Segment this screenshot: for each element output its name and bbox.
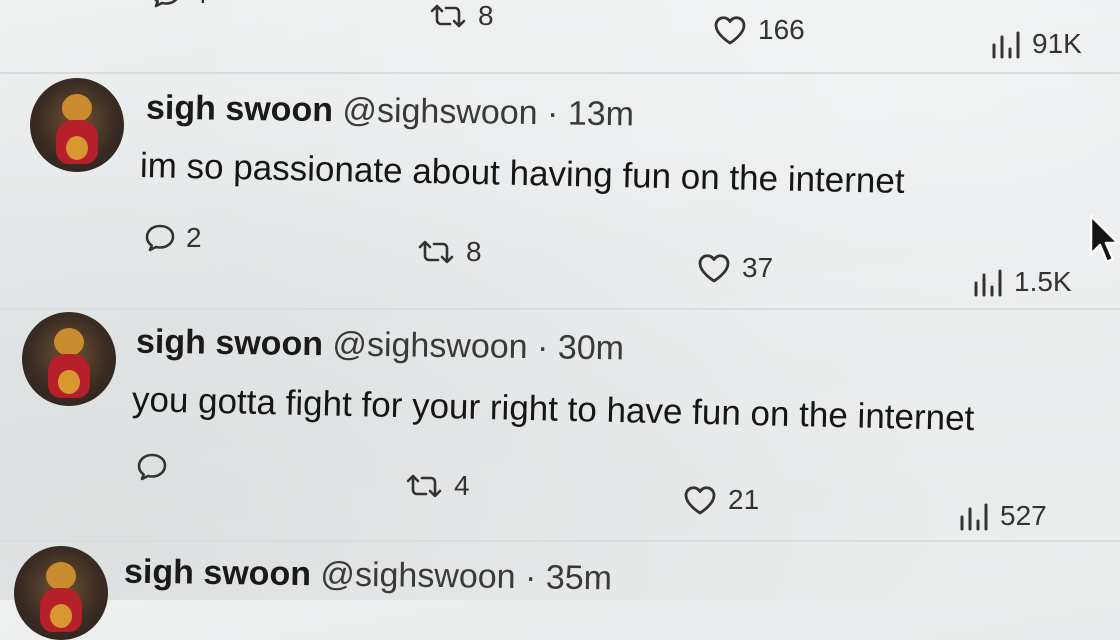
- avatar-bear-head: [54, 328, 84, 356]
- avatar-bear-belly: [66, 136, 88, 160]
- views-count: 91K: [1032, 28, 1082, 59]
- reply-action[interactable]: [136, 452, 178, 482]
- views-action[interactable]: 527: [958, 500, 1047, 532]
- tweet-header: sigh swoon @sighswoon · 30m: [136, 323, 624, 369]
- timestamp[interactable]: 13m: [568, 94, 635, 133]
- timestamp[interactable]: 35m: [546, 558, 613, 597]
- repost-icon: [406, 474, 442, 498]
- handle[interactable]: @sighswoon: [342, 91, 538, 132]
- display-name[interactable]: sigh swoon: [124, 553, 312, 594]
- separator: ·: [524, 558, 537, 597]
- repost-action[interactable]: 4: [404, 470, 470, 502]
- display-name[interactable]: sigh swoon: [136, 323, 324, 364]
- heart-icon: [714, 16, 746, 45]
- like-action[interactable]: 21: [682, 484, 759, 516]
- repost-count: 8: [466, 236, 482, 267]
- tweet-text: im so passionate about having fun on the…: [139, 146, 905, 202]
- avatar[interactable]: [22, 312, 116, 406]
- tweet-text: you gotta fight for your right to have f…: [131, 380, 975, 439]
- heart-icon: [698, 254, 730, 283]
- reply-action[interactable]: 2: [144, 222, 202, 254]
- views-count: 527: [1000, 500, 1047, 531]
- views-icon: [974, 269, 1002, 297]
- display-name[interactable]: sigh swoon: [146, 89, 334, 130]
- separator: ·: [536, 328, 549, 367]
- avatar[interactable]: [14, 546, 108, 640]
- mouse-pointer-icon: [1089, 214, 1120, 264]
- repost-count: 4: [454, 470, 470, 501]
- tweet-divider: [0, 540, 1120, 542]
- handle[interactable]: @sighswoon: [332, 325, 528, 366]
- tweet-divider: [0, 72, 1120, 74]
- views-action[interactable]: 1.5K: [972, 266, 1072, 298]
- heart-icon: [684, 486, 716, 515]
- like-count: 21: [728, 484, 760, 515]
- views-count: 1.5K: [1014, 266, 1072, 297]
- tweet-header: sigh swoon @sighswoon · 35m: [124, 553, 612, 599]
- views-icon: [960, 503, 988, 531]
- avatar-bear-head: [62, 94, 92, 122]
- reply-icon: [145, 224, 175, 252]
- repost-count: 8: [478, 0, 494, 31]
- reply-icon: [137, 453, 167, 481]
- separator: ·: [546, 94, 559, 133]
- handle[interactable]: @sighswoon: [320, 555, 516, 596]
- like-count: 166: [758, 14, 805, 45]
- repost-icon: [430, 4, 466, 28]
- views-icon: [992, 31, 1020, 59]
- like-action[interactable]: 166: [712, 14, 805, 46]
- reply-count: 4: [192, 0, 208, 10]
- repost-action[interactable]: 8: [416, 236, 482, 268]
- like-count: 37: [742, 252, 774, 283]
- reply-action[interactable]: 4: [150, 0, 208, 10]
- timestamp[interactable]: 30m: [558, 328, 625, 367]
- repost-action[interactable]: 8: [428, 0, 494, 32]
- reply-count: 2: [186, 222, 202, 253]
- avatar-bear-belly: [58, 370, 80, 394]
- avatar-bear-head: [46, 562, 76, 590]
- tweet-header: sigh swoon @sighswoon · 13m: [146, 89, 634, 135]
- like-action[interactable]: 37: [696, 252, 773, 284]
- tweet-divider: [0, 308, 1120, 310]
- reply-icon: [154, 0, 178, 8]
- repost-icon: [418, 240, 454, 264]
- avatar[interactable]: [30, 78, 124, 172]
- views-action[interactable]: 91K: [990, 28, 1082, 60]
- avatar-bear-belly: [50, 604, 72, 628]
